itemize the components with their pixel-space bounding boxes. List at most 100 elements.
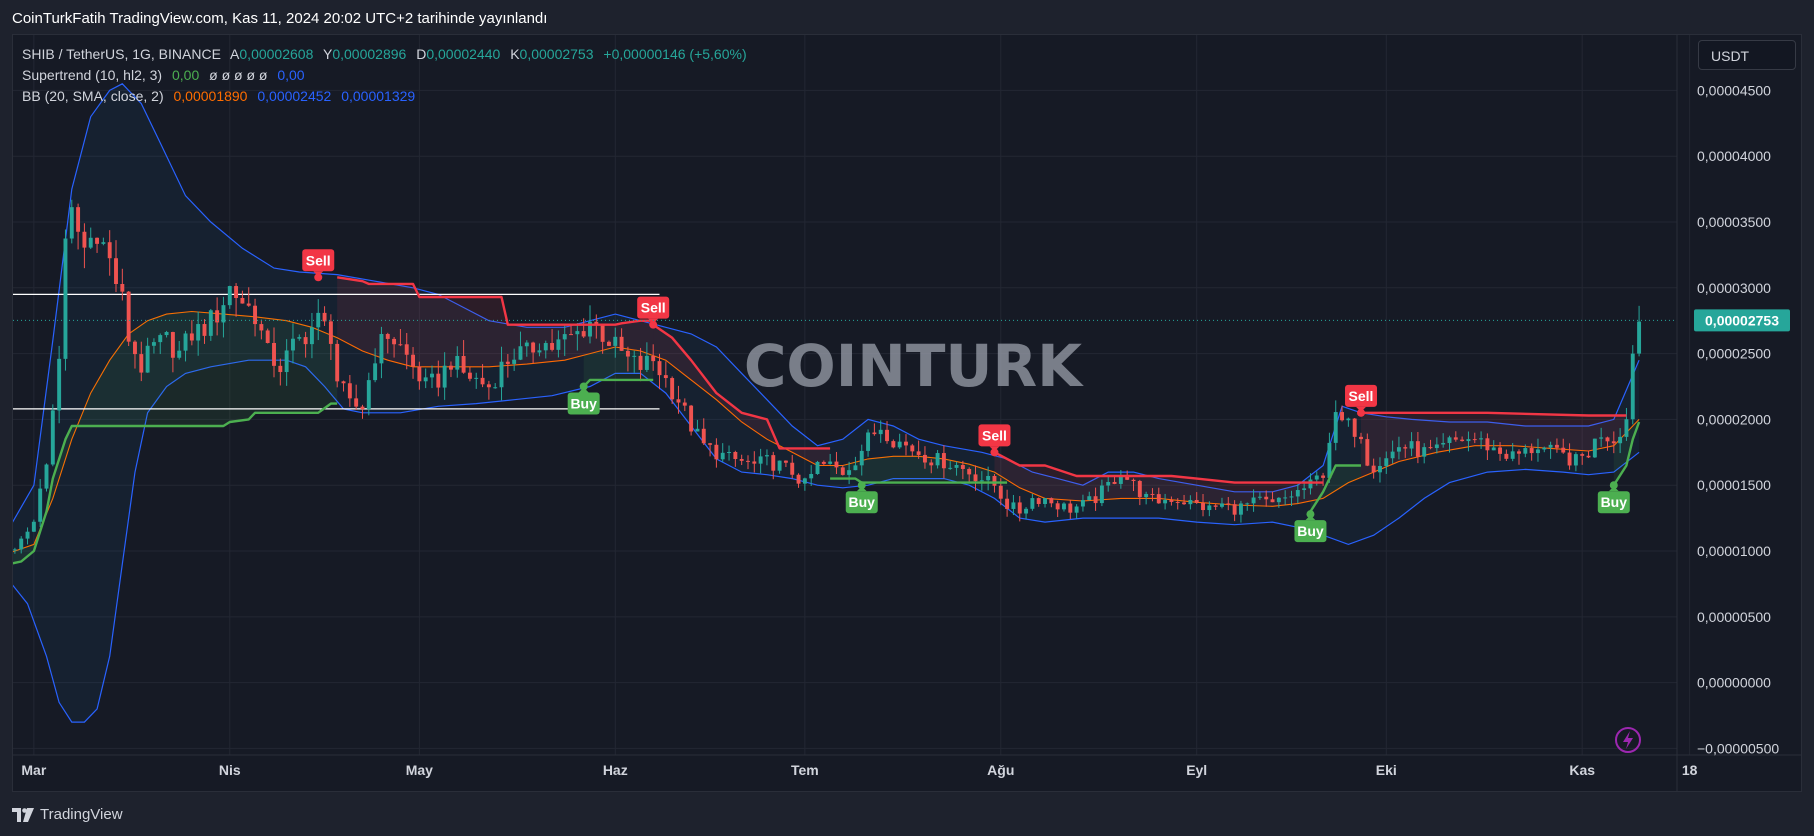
candle-body bbox=[1333, 412, 1338, 443]
candle-body bbox=[385, 334, 390, 339]
candle-body bbox=[480, 377, 485, 385]
candle-body bbox=[941, 453, 946, 469]
candle-body bbox=[1396, 447, 1401, 452]
candle-body bbox=[57, 358, 62, 411]
candle-body bbox=[1314, 475, 1319, 480]
candle-body bbox=[1580, 454, 1585, 456]
candle-body bbox=[518, 346, 523, 360]
candle-body bbox=[1030, 498, 1035, 509]
candle-body bbox=[38, 488, 43, 522]
candle-body bbox=[1447, 437, 1452, 443]
candle-body bbox=[101, 242, 106, 244]
price-tick-label: 0,00001000 bbox=[1697, 543, 1771, 559]
candle-body bbox=[1510, 451, 1515, 459]
candle-body bbox=[1194, 499, 1199, 503]
candle-body bbox=[1251, 497, 1256, 504]
candle-body bbox=[682, 402, 687, 406]
legend-bb-lower: 0,00001329 bbox=[341, 88, 416, 104]
candle-body bbox=[1624, 419, 1629, 437]
candle-body bbox=[0, 554, 4, 555]
candle-body bbox=[720, 452, 725, 460]
candle-body bbox=[1428, 447, 1433, 449]
candle-body bbox=[1352, 418, 1357, 437]
candle-body bbox=[1599, 437, 1604, 439]
candle-body bbox=[657, 361, 662, 376]
time-tick-label: Kas bbox=[1569, 762, 1595, 778]
candle-body bbox=[689, 405, 694, 432]
candle-body bbox=[663, 375, 668, 379]
legend-supertrend-row[interactable]: Supertrend (10, hl2, 3) 0,00 ø ø ø ø ø 0… bbox=[22, 65, 747, 86]
candle-body bbox=[1302, 488, 1307, 491]
candle-body bbox=[69, 207, 74, 239]
candle-body bbox=[524, 342, 529, 347]
legend-open-value: 0,00002608 bbox=[239, 46, 314, 62]
buy-signal[interactable]: Buy bbox=[1597, 481, 1630, 514]
candle-body bbox=[708, 443, 713, 445]
candle-body bbox=[1137, 480, 1142, 498]
legend-open-label: A bbox=[230, 46, 240, 62]
candle-body bbox=[1150, 493, 1155, 495]
buy-label: Buy bbox=[570, 396, 597, 412]
legend-symbol[interactable]: SHIB / TetherUS, 1G, BINANCE bbox=[22, 46, 221, 62]
price-chart[interactable]: COINTURK Sell Sell Sell Sell Buy Buy Buy Buy 0,… bbox=[0, 0, 1814, 836]
candle-body bbox=[19, 538, 24, 550]
candle-body bbox=[948, 467, 953, 469]
candle-body bbox=[1630, 353, 1635, 420]
candle-body bbox=[411, 354, 416, 367]
candle-body bbox=[1036, 498, 1041, 504]
candle-body bbox=[133, 341, 137, 355]
candle-body bbox=[398, 344, 403, 346]
candle-body bbox=[979, 480, 984, 482]
candle-body bbox=[1257, 496, 1262, 498]
time-axis[interactable]: Mar Nis May Haz Tem Ağu Eyl Eki Kas 18 bbox=[21, 762, 1697, 778]
candle-body bbox=[189, 333, 194, 341]
candle-body bbox=[1024, 508, 1029, 514]
candle-body bbox=[1409, 441, 1414, 449]
candle-body bbox=[847, 470, 852, 475]
candle-body bbox=[423, 377, 428, 382]
buy-label: Buy bbox=[1601, 494, 1628, 510]
candle-body bbox=[1378, 465, 1382, 473]
time-tick-label: Nis bbox=[219, 762, 241, 778]
candle-body bbox=[13, 549, 17, 551]
candle-body bbox=[1618, 436, 1623, 444]
price-tick-label: 0,00000500 bbox=[1697, 609, 1771, 625]
candle-body bbox=[291, 338, 295, 351]
candle-body bbox=[1327, 442, 1332, 478]
candle-body bbox=[1005, 498, 1010, 509]
time-tick-label: Tem bbox=[791, 762, 819, 778]
price-tick-label: 0,00003000 bbox=[1697, 280, 1771, 296]
candle-body bbox=[638, 355, 643, 370]
time-tick-label: Ağu bbox=[987, 762, 1014, 778]
sell-label: Sell bbox=[641, 300, 666, 316]
candle-body bbox=[1201, 502, 1205, 511]
price-tick-label: 0,00003500 bbox=[1697, 214, 1771, 230]
time-tick-label: Eyl bbox=[1186, 762, 1207, 778]
candle-body bbox=[746, 460, 750, 462]
candle-body bbox=[44, 464, 49, 489]
candle-body bbox=[265, 330, 270, 344]
candle-body bbox=[493, 387, 498, 389]
candle-body bbox=[278, 365, 283, 373]
candle-body bbox=[1093, 496, 1098, 504]
sell-label: Sell bbox=[982, 427, 1007, 443]
candle-body bbox=[221, 305, 226, 323]
price-axis[interactable]: 0,00004500 0,00004000 0,00003500 0,00003000… bbox=[1697, 82, 1779, 756]
candle-body bbox=[1415, 441, 1420, 457]
candle-body bbox=[550, 343, 555, 350]
currency-button[interactable]: USDT bbox=[1698, 40, 1796, 70]
candle-body bbox=[1321, 475, 1326, 478]
sell-signal[interactable]: Sell bbox=[978, 424, 1011, 457]
price-tick-label: 0,00002500 bbox=[1697, 346, 1771, 362]
candle-body bbox=[1371, 465, 1376, 473]
candle-body bbox=[512, 359, 517, 364]
watermark: COINTURK bbox=[744, 332, 1084, 400]
candle-body bbox=[1182, 502, 1187, 505]
legend-bb-row[interactable]: BB (20, SMA, close, 2) 0,00001890 0,0000… bbox=[22, 86, 747, 107]
candle-body bbox=[701, 428, 706, 444]
candle-body bbox=[1611, 441, 1616, 444]
candle-body bbox=[145, 345, 150, 373]
candle-body bbox=[1213, 505, 1218, 507]
candle-body bbox=[613, 336, 618, 346]
legend-low-value: 0,00002440 bbox=[426, 46, 501, 62]
